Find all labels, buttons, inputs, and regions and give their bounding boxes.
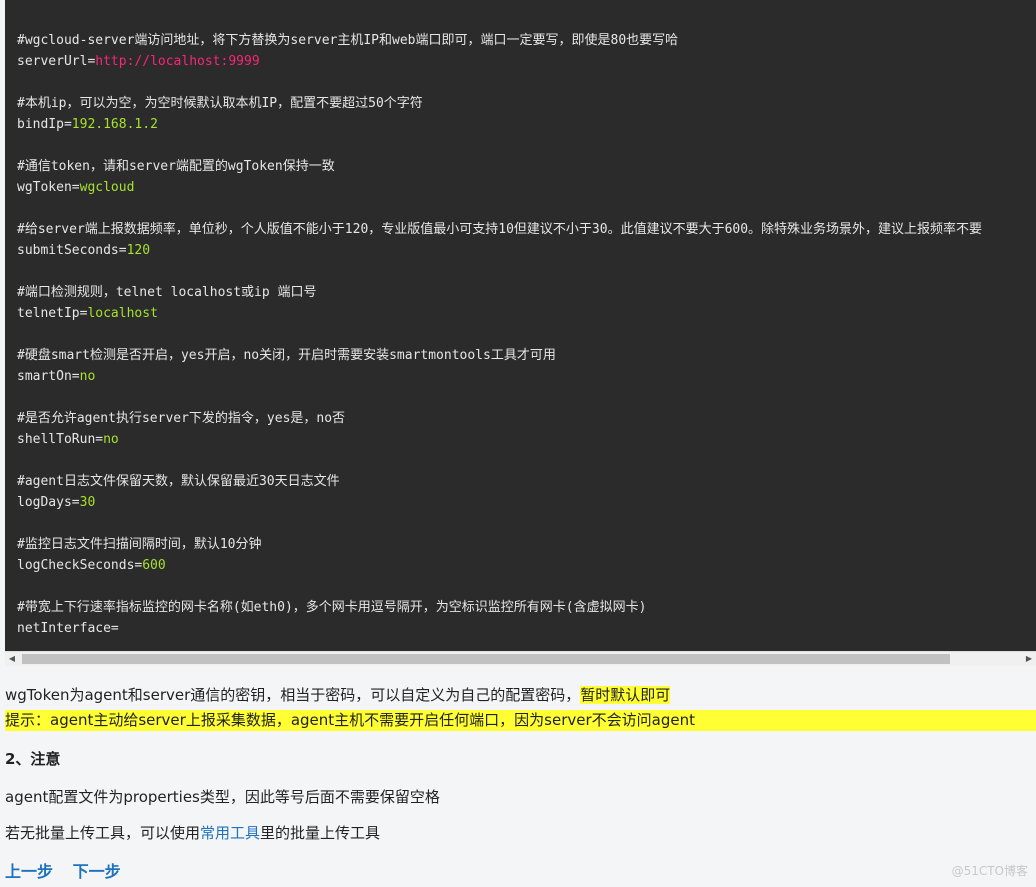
code-block: #wgcloud-server端访问地址，将下方替换为server主机IP和we… [5, 0, 1036, 651]
config-value: localhost [87, 306, 158, 321]
config-key: serverUrl [17, 54, 88, 69]
tool-text-before: 若无批量上传工具，可以使用 [5, 824, 201, 842]
horizontal-scrollbar[interactable]: ◀ ▶ [5, 651, 1036, 666]
config-value: 30 [79, 495, 96, 510]
config-key: shellToRun [17, 432, 96, 447]
code-comment-line: #通信token，请和server端配置的wgToken保持一致 [17, 159, 335, 174]
config-key: submitSeconds [17, 243, 119, 258]
config-key: wgToken [17, 180, 72, 195]
wgtoken-text: wgToken为agent和server通信的密钥，相当于密码，可以自定义为自己… [5, 686, 581, 704]
config-key: netInterface [17, 621, 111, 636]
code-config-line: logDays=30 [17, 492, 982, 513]
config-key: telnetIp [17, 306, 80, 321]
prev-step-link[interactable]: 上一步 [5, 862, 53, 881]
config-value: 120 [126, 243, 151, 258]
code-config-line: wgToken=wgcloud [17, 177, 982, 198]
highlight-default: 暂时默认即可 [580, 686, 671, 704]
config-value: no [103, 432, 119, 447]
code-comment-line: #给server端上报数据频率，单位秒，个人版值不能小于120，专业版值最小可支… [17, 222, 983, 237]
config-value: http://localhost:9999 [95, 54, 260, 69]
config-value: wgcloud [79, 180, 135, 195]
scroll-left-arrow-icon[interactable]: ◀ [7, 654, 17, 664]
note-paragraph: agent配置文件为properties类型，因此等号后面不需要保留空格 [5, 788, 440, 806]
config-equals: = [71, 495, 80, 510]
config-equals: = [95, 432, 104, 447]
code-config-line: telnetIp=localhost [17, 303, 982, 324]
code-comment-line: #端口检测规则，telnet localhost或ip 端口号 [17, 285, 317, 300]
config-key: bindIp [17, 117, 64, 132]
config-value: 600 [142, 558, 166, 573]
code-config-line: smartOn=no [17, 366, 982, 387]
step-navigation: 上一步 下一步 [5, 858, 135, 882]
code-content: #wgcloud-server端访问地址，将下方替换为server主机IP和we… [17, 30, 982, 639]
code-comment-line: #本机ip，可以为空，为空时候默认取本机IP，配置不要超过50个字符 [17, 96, 423, 111]
wgtoken-paragraph: wgToken为agent和server通信的密钥，相当于密码，可以自定义为自己… [5, 684, 671, 705]
code-comment-line: #是否允许agent执行server下发的指令，yes是，no否 [17, 411, 346, 426]
config-equals: = [118, 243, 127, 258]
config-key: smartOn [17, 369, 72, 384]
watermark: @51CTO博客 [951, 864, 1028, 878]
config-equals: = [71, 180, 80, 195]
next-step-link[interactable]: 下一步 [73, 862, 121, 881]
code-comment-line: #agent日志文件保留天数，默认保留最近30天日志文件 [17, 474, 340, 489]
tool-paragraph: 若无批量上传工具，可以使用常用工具里的批量上传工具 [5, 822, 380, 843]
code-config-line: shellToRun=no [17, 429, 982, 450]
tool-text-after: 里的批量上传工具 [260, 824, 381, 842]
code-comment-line: #wgcloud-server端访问地址，将下方替换为server主机IP和we… [17, 33, 679, 48]
scroll-right-arrow-icon[interactable]: ▶ [1024, 654, 1034, 664]
config-equals: = [71, 369, 80, 384]
code-config-line: netInterface= [17, 618, 982, 639]
code-config-line: logCheckSeconds=600 [17, 555, 982, 576]
common-tools-link[interactable]: 常用工具 [200, 824, 260, 842]
config-value: 192.168.1.2 [71, 117, 158, 132]
section-heading: 2、注意 [5, 750, 61, 768]
code-config-line: submitSeconds=120 [17, 240, 982, 261]
scrollbar-thumb[interactable] [22, 654, 950, 664]
code-config-line: serverUrl=http://localhost:9999 [17, 51, 982, 72]
config-equals: = [110, 621, 119, 636]
config-key: logDays [17, 495, 72, 510]
tip-highlight: 提示：agent主动给server上报采集数据，agent主机不需要开启任何端口… [5, 710, 1036, 731]
config-equals: = [63, 117, 72, 132]
code-comment-line: #监控日志文件扫描间隔时间，默认10分钟 [17, 537, 262, 552]
code-config-line: bindIp=192.168.1.2 [17, 114, 982, 135]
code-comment-line: #硬盘smart检测是否开启，yes开启，no关闭，开启时需要安装smartmo… [17, 348, 556, 363]
config-value: no [79, 369, 96, 384]
config-key: logCheckSeconds [17, 558, 135, 573]
code-comment-line: #带宽上下行速率指标监控的网卡名称(如eth0)，多个网卡用逗号隔开，为空标识监… [17, 600, 647, 615]
